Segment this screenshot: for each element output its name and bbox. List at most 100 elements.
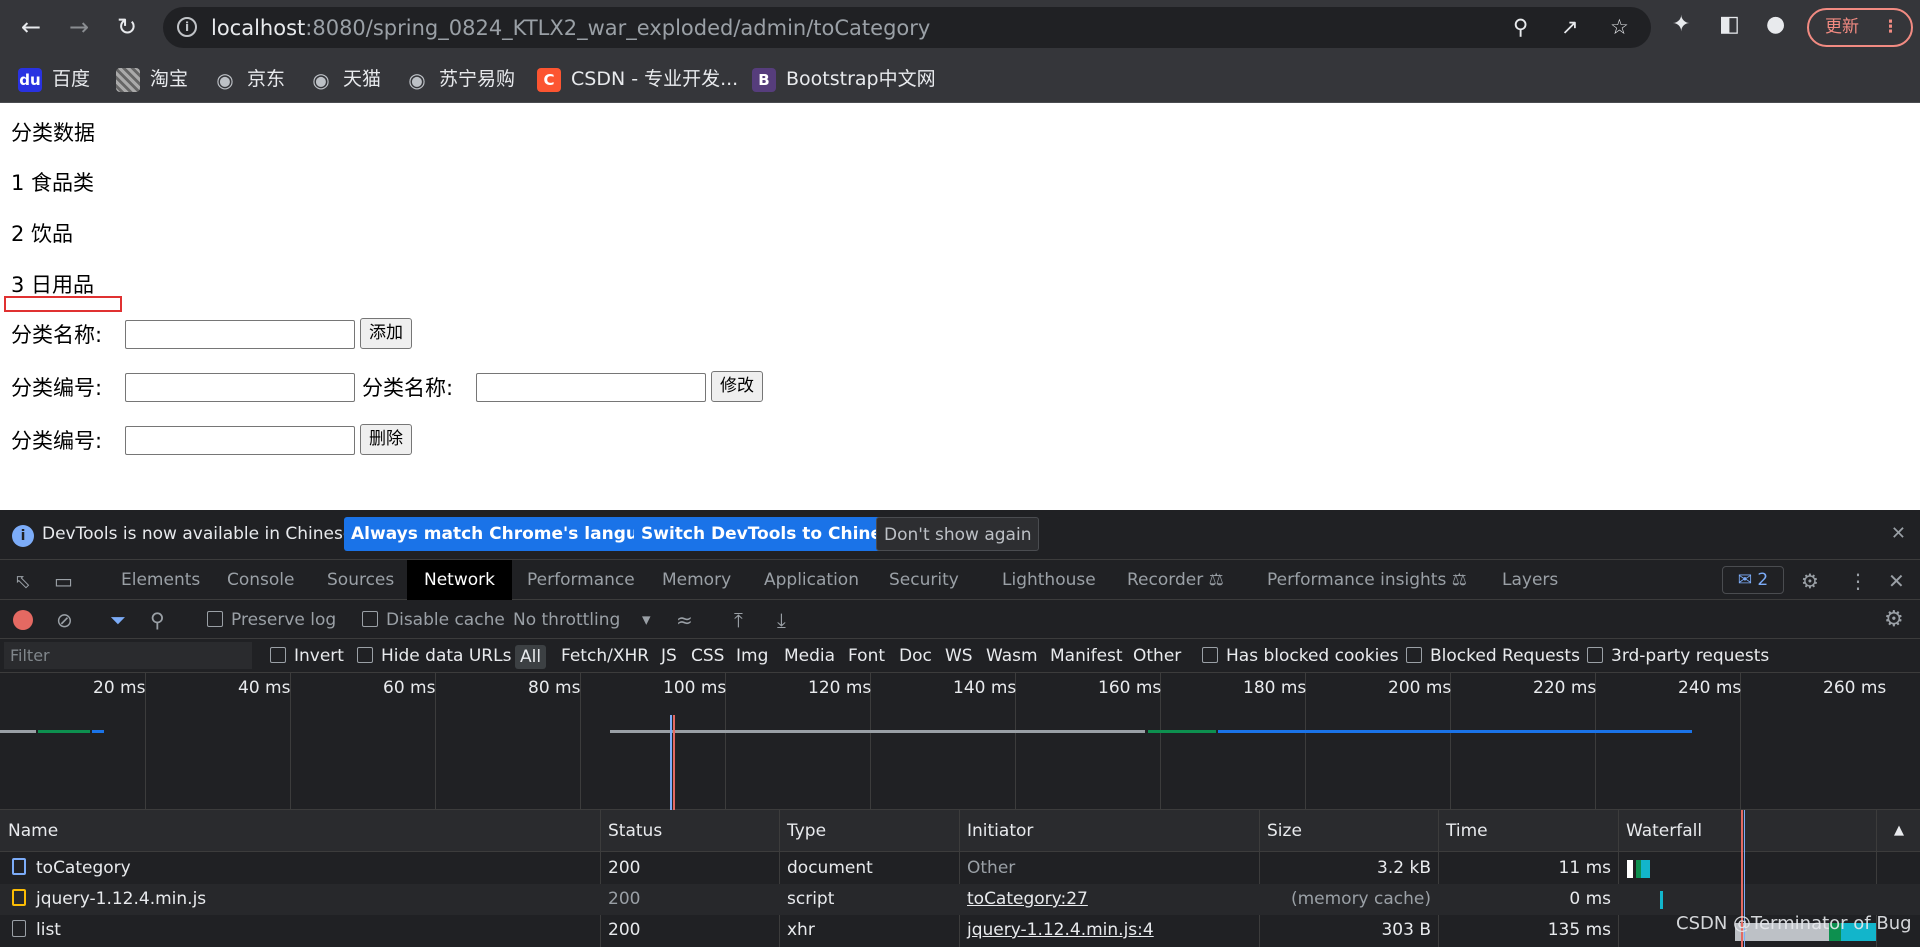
- column-header-waterfall[interactable]: Waterfall: [1618, 810, 1702, 852]
- third-party-requests-checkbox[interactable]: 3rd-party requests: [1587, 639, 1769, 673]
- tab-recorder[interactable]: Recorder ⚖: [1110, 560, 1241, 600]
- filter-type-ws[interactable]: WS: [945, 639, 973, 673]
- filter-type-font[interactable]: Font: [848, 639, 885, 673]
- column-header-size[interactable]: Size: [1259, 810, 1302, 852]
- update-name-input[interactable]: [476, 373, 706, 402]
- add-name-label: 分类名称:: [11, 323, 103, 347]
- filter-type-fetch-xhr[interactable]: Fetch/XHR: [561, 639, 649, 673]
- filter-type-doc[interactable]: Doc: [899, 639, 932, 673]
- highlight-box: [4, 296, 122, 312]
- delete-button[interactable]: 删除: [360, 424, 412, 455]
- globe-icon: ◉: [216, 67, 234, 92]
- add-name-input[interactable]: [125, 320, 355, 349]
- network-filter-bar: Filter Invert Hide data URLs All Fetch/X…: [0, 639, 1920, 673]
- tab-elements[interactable]: Elements: [104, 560, 217, 600]
- zoom-icon[interactable]: ⚲: [1513, 15, 1528, 39]
- forward-arrow-icon[interactable]: →: [62, 10, 96, 44]
- bookmark-item[interactable]: ◉ 京东: [213, 65, 285, 93]
- update-button[interactable]: 修改: [711, 371, 763, 402]
- bookmark-item[interactable]: ◉ 天猫: [309, 65, 381, 93]
- dont-show-again-button[interactable]: Don't show again: [876, 517, 1040, 551]
- tab-memory[interactable]: Memory: [645, 560, 748, 600]
- device-toggle-icon[interactable]: ▭: [54, 569, 73, 593]
- waterfall-bar: [1660, 891, 1663, 909]
- record-button[interactable]: [13, 610, 33, 630]
- xhr-file-icon: [12, 920, 26, 937]
- tab-application[interactable]: Application: [747, 560, 876, 600]
- column-header-time[interactable]: Time: [1438, 810, 1488, 852]
- clear-icon[interactable]: ⊘: [56, 601, 73, 639]
- initiator-link[interactable]: toCategory:27: [967, 884, 1088, 915]
- export-har-icon[interactable]: ⤓: [777, 601, 786, 639]
- disable-cache-checkbox[interactable]: Disable cache: [362, 601, 505, 639]
- tab-console[interactable]: Console: [210, 560, 312, 600]
- tab-sources[interactable]: Sources: [310, 560, 411, 600]
- bookmark-item[interactable]: B Bootstrap中文网: [752, 65, 936, 93]
- sort-triangle-icon[interactable]: ▲: [1886, 810, 1904, 852]
- bookmark-item[interactable]: ◉ 苏宁易购: [405, 65, 515, 93]
- tab-layers[interactable]: Layers: [1485, 560, 1575, 600]
- column-header-type[interactable]: Type: [779, 810, 826, 852]
- switch-language-button[interactable]: Switch DevTools to Chinese: [634, 517, 911, 551]
- column-header-initiator[interactable]: Initiator: [959, 810, 1033, 852]
- has-blocked-cookies-checkbox[interactable]: Has blocked cookies: [1202, 639, 1399, 673]
- filter-icon[interactable]: ⏷: [110, 601, 126, 639]
- column-header-name[interactable]: Name: [0, 810, 58, 852]
- network-settings-gear-icon[interactable]: ⚙: [1884, 601, 1904, 639]
- back-arrow-icon[interactable]: ←: [14, 10, 48, 44]
- filter-type-js[interactable]: JS: [661, 639, 677, 673]
- filter-type-media[interactable]: Media: [784, 639, 835, 673]
- filter-input[interactable]: Filter: [4, 642, 252, 669]
- site-info-icon[interactable]: i: [177, 17, 197, 37]
- table-row[interactable]: list 200 xhr jquery-1.12.4.min.js:4 303 …: [0, 915, 1920, 946]
- bookmark-item[interactable]: du 百度: [18, 65, 90, 93]
- filter-type-wasm[interactable]: Wasm: [986, 639, 1038, 673]
- bookmark-star-icon[interactable]: ☆: [1610, 15, 1629, 39]
- import-har-icon[interactable]: ⤒: [734, 601, 743, 639]
- search-icon[interactable]: ⚲: [150, 601, 165, 639]
- reload-icon[interactable]: ↻: [110, 10, 144, 44]
- bootstrap-icon: B: [752, 67, 776, 92]
- update-button[interactable]: 更新 ⋮: [1807, 8, 1913, 47]
- filter-type-manifest[interactable]: Manifest: [1050, 639, 1123, 673]
- bookmark-item[interactable]: 淘宝: [116, 65, 188, 93]
- match-language-button[interactable]: Always match Chrome's language: [344, 517, 681, 551]
- tab-performance-insights[interactable]: Performance insights ⚖: [1250, 560, 1484, 600]
- table-row[interactable]: toCategory 200 document Other 3.2 kB 11 …: [0, 853, 1920, 884]
- blocked-requests-checkbox[interactable]: Blocked Requests: [1406, 639, 1580, 673]
- table-row[interactable]: jquery-1.12.4.min.js 200 script toCatego…: [0, 884, 1920, 915]
- hide-data-urls-checkbox[interactable]: Hide data URLs: [357, 639, 511, 673]
- filter-type-css[interactable]: CSS: [691, 639, 724, 673]
- bookmark-item[interactable]: C CSDN - 专业开发...: [537, 65, 738, 93]
- initiator-link[interactable]: jquery-1.12.4.min.js:4: [967, 915, 1154, 946]
- settings-gear-icon[interactable]: ⚙: [1801, 569, 1819, 593]
- column-header-status[interactable]: Status: [600, 810, 662, 852]
- invert-checkbox[interactable]: Invert: [270, 639, 344, 673]
- filter-type-img[interactable]: Img: [736, 639, 768, 673]
- timeline-tick-label: 80 ms: [528, 678, 581, 698]
- preserve-log-checkbox[interactable]: Preserve log: [207, 601, 336, 639]
- tab-security[interactable]: Security: [872, 560, 976, 600]
- inspect-element-icon[interactable]: ⬁: [14, 569, 31, 593]
- network-overview-timeline[interactable]: 20 ms 40 ms 60 ms 80 ms 100 ms 120 ms 14…: [0, 673, 1920, 810]
- tab-performance[interactable]: Performance: [510, 560, 652, 600]
- tab-network[interactable]: Network: [407, 560, 512, 600]
- filter-type-other[interactable]: Other: [1133, 639, 1181, 673]
- issues-counter[interactable]: ✉ 2: [1722, 566, 1784, 594]
- network-conditions-icon[interactable]: ≈: [676, 601, 693, 639]
- url-text[interactable]: localhost:8080/spring_0824_KTLX2_war_exp…: [211, 16, 930, 40]
- delete-id-input[interactable]: [125, 426, 355, 455]
- tab-lighthouse[interactable]: Lighthouse: [985, 560, 1113, 600]
- add-button[interactable]: 添加: [360, 318, 412, 349]
- profile-avatar-icon[interactable]: ●: [1766, 12, 1785, 37]
- address-bar[interactable]: i localhost:8080/spring_0824_KTLX2_war_e…: [163, 7, 1651, 48]
- extensions-icon[interactable]: ✦: [1672, 12, 1690, 37]
- filter-type-all[interactable]: All: [515, 645, 547, 669]
- close-devtools-icon[interactable]: ✕: [1888, 569, 1905, 593]
- share-icon[interactable]: ↗: [1561, 15, 1579, 39]
- throttling-select[interactable]: No throttling ▾: [513, 601, 651, 639]
- close-icon[interactable]: ✕: [1891, 523, 1906, 544]
- side-panel-icon[interactable]: ◧: [1719, 12, 1740, 37]
- more-options-icon[interactable]: ⋮: [1848, 569, 1868, 593]
- update-id-input[interactable]: [125, 373, 355, 402]
